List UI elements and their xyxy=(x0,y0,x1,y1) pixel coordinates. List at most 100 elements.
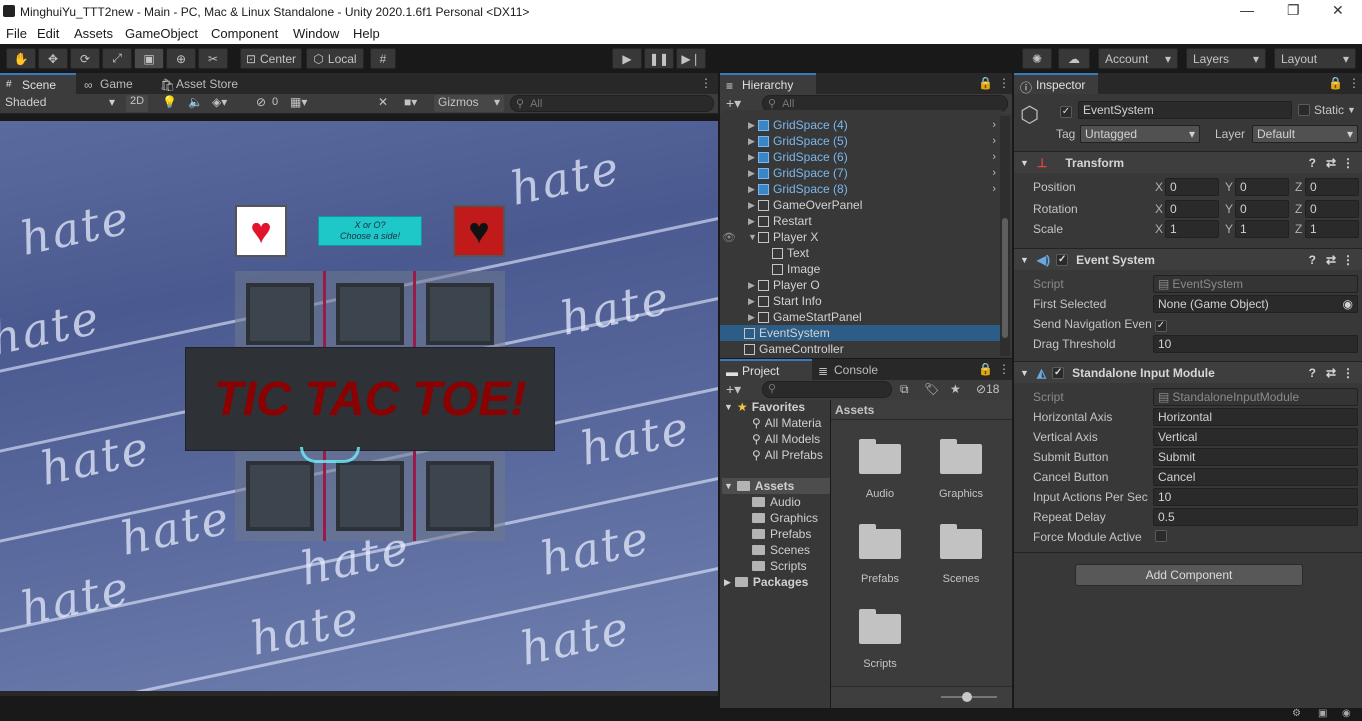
player-x-heart-icon[interactable]: ♥ xyxy=(235,205,287,257)
grid-icon[interactable]: ▦▾ xyxy=(290,95,307,109)
grid-space[interactable] xyxy=(336,283,404,345)
scene-search-input[interactable]: ⚲ All xyxy=(510,95,714,112)
hierarchy-item[interactable]: Text xyxy=(720,245,1000,261)
pause-button[interactable]: ❚❚ xyxy=(644,48,674,69)
camera-icon[interactable]: ■▾ xyxy=(404,95,417,109)
filter-type-icon[interactable]: ⧉ xyxy=(900,382,909,397)
hand-tool-icon[interactable]: ✋ xyxy=(6,48,36,69)
menu-file[interactable]: File xyxy=(6,26,27,41)
cloud-icon[interactable]: ☁ xyxy=(1058,48,1090,69)
custom-tool-icon[interactable]: ✂ xyxy=(198,48,228,69)
asset-folder[interactable]: Prefabs xyxy=(752,527,811,541)
account-dropdown[interactable]: Account ▾ xyxy=(1098,48,1178,69)
layers-dropdown[interactable]: Layers ▾ xyxy=(1186,48,1266,69)
minimize-icon[interactable]: — xyxy=(1240,2,1254,18)
lock-icon[interactable]: 🔒 xyxy=(978,76,993,90)
tab-hierarchy[interactable]: ≡ Hierarchy xyxy=(720,73,816,94)
close-icon[interactable]: ✕ xyxy=(1332,2,1344,19)
more-options-icon[interactable]: ⋮ xyxy=(1342,156,1354,170)
chevron-right-icon[interactable]: › xyxy=(992,151,996,163)
collab-icon[interactable]: ✺ xyxy=(1022,48,1052,69)
tag-dropdown[interactable]: Untagged ▾ xyxy=(1080,125,1200,143)
more-options-icon[interactable]: ⋮ xyxy=(998,76,1010,90)
tab-scene[interactable]: # Scene xyxy=(0,73,76,94)
audio-icon[interactable]: 🔈 xyxy=(188,95,203,109)
scene-view-canvas[interactable]: hate hate hate hate hate hate hate hate … xyxy=(0,121,718,691)
tab-console[interactable]: ≣ Console xyxy=(812,359,902,380)
chevron-right-icon[interactable]: › xyxy=(992,135,996,147)
grid-space[interactable] xyxy=(336,461,404,531)
input-module-row-field[interactable]: Horizontal xyxy=(1153,408,1358,426)
transform-x-field[interactable]: 0 xyxy=(1165,178,1219,196)
force-module-checkbox[interactable] xyxy=(1155,530,1167,545)
shading-dropdown[interactable]: Shaded ▾ xyxy=(2,95,118,112)
more-options-icon[interactable]: ⋮ xyxy=(700,76,712,90)
favorite-item[interactable]: ⚲ All Models xyxy=(752,432,820,446)
cache-server-icon[interactable]: ▣ xyxy=(1318,708,1327,719)
toggle-2d-button[interactable]: 2D xyxy=(126,95,148,112)
tab-inspector[interactable]: ⓘ Inspector xyxy=(1014,73,1098,95)
hierarchy-item[interactable]: ▶ GameOverPanel xyxy=(720,197,1000,213)
drag-threshold-field[interactable]: 10 xyxy=(1153,335,1358,353)
input-module-row-field[interactable]: 10 xyxy=(1153,488,1358,506)
grid-space[interactable] xyxy=(246,283,314,345)
hierarchy-item[interactable]: ▶ GridSpace (7) › xyxy=(720,165,1000,181)
asset-folder[interactable]: Graphics xyxy=(752,511,818,525)
menu-window[interactable]: Window xyxy=(293,26,339,41)
visibility-eye-icon[interactable]: 👁 xyxy=(722,231,736,244)
event-system-component-header[interactable]: ▼ ◀) ✓ Event System ? ⇄ ⋮ xyxy=(1014,248,1362,270)
hidden-packages-button[interactable]: ⊘ 18 xyxy=(976,382,999,396)
hierarchy-item[interactable]: ▶ GridSpace (4) › xyxy=(720,117,1000,133)
packages-node[interactable]: ▶ Packages xyxy=(724,575,808,589)
menu-assets[interactable]: Assets xyxy=(74,26,113,41)
grid-space[interactable] xyxy=(426,461,494,531)
hierarchy-item[interactable]: GameController xyxy=(720,341,1000,357)
help-icon[interactable]: ? xyxy=(1309,366,1316,380)
object-picker-icon[interactable]: ◉ xyxy=(1343,297,1353,311)
transform-z-field[interactable]: 0 xyxy=(1305,200,1359,218)
hierarchy-item[interactable]: ▶ Start Info xyxy=(720,293,1000,309)
zoom-slider-thumb[interactable] xyxy=(962,692,972,702)
favorite-item[interactable]: ⚲ All Materia xyxy=(752,416,821,430)
gizmos-dropdown[interactable]: Gizmos ▾ xyxy=(434,95,504,112)
move-tool-icon[interactable]: ✥ xyxy=(38,48,68,69)
hidden-objects-icon[interactable]: ⊘ xyxy=(256,95,266,109)
pivot-center-button[interactable]: ⊡ Center xyxy=(240,48,302,69)
transform-y-field[interactable]: 0 xyxy=(1235,178,1289,196)
scale-tool-icon[interactable]: ⤢ xyxy=(102,48,132,69)
static-toggle[interactable]: Static ▼ xyxy=(1298,103,1356,117)
preset-icon[interactable]: ⇄ xyxy=(1326,253,1336,267)
hierarchy-item[interactable]: ▼ Player X xyxy=(720,229,1000,245)
folder-icon[interactable] xyxy=(859,438,901,474)
rect-tool-icon[interactable]: ▣ xyxy=(134,48,164,69)
asset-folder[interactable]: Scenes xyxy=(752,543,810,557)
lighting-icon[interactable]: 💡 xyxy=(162,95,177,109)
more-options-icon[interactable]: ⋮ xyxy=(1348,76,1360,90)
expand-arrow-icon[interactable]: ▶ xyxy=(748,296,758,307)
grid-space[interactable] xyxy=(426,283,494,345)
lock-icon[interactable]: 🔒 xyxy=(978,362,993,376)
transform-y-field[interactable]: 1 xyxy=(1235,220,1289,238)
menu-help[interactable]: Help xyxy=(353,26,380,41)
favorite-item[interactable]: ⚲ All Prefabs xyxy=(752,448,823,462)
hierarchy-item[interactable]: ▶ GridSpace (8) › xyxy=(720,181,1000,197)
project-search-input[interactable]: ⚲ xyxy=(762,381,892,398)
menu-edit[interactable]: Edit xyxy=(37,26,59,41)
send-navigation-checkbox[interactable]: ✓ xyxy=(1155,317,1167,332)
grid-space[interactable] xyxy=(246,461,314,531)
hierarchy-item[interactable]: Image xyxy=(720,261,1000,277)
tab-game[interactable]: ∞ Game xyxy=(78,73,148,94)
preset-icon[interactable]: ⇄ xyxy=(1326,366,1336,380)
scrollbar-thumb[interactable] xyxy=(1002,218,1008,338)
favorite-star-icon[interactable]: ★ xyxy=(950,382,961,396)
transform-y-field[interactable]: 0 xyxy=(1235,200,1289,218)
snap-icon[interactable]: # xyxy=(370,48,396,69)
step-button[interactable]: ▶❘ xyxy=(676,48,706,69)
hierarchy-item[interactable]: ▶ GridSpace (6) › xyxy=(720,149,1000,165)
assets-node[interactable]: ▼ Assets xyxy=(724,479,794,493)
effects-icon[interactable]: ◈▾ xyxy=(212,95,227,109)
folder-icon[interactable] xyxy=(940,523,982,559)
object-name-field[interactable]: EventSystem xyxy=(1078,101,1292,119)
auto-generate-lighting-icon[interactable]: ⚙ xyxy=(1292,708,1301,719)
folder-icon[interactable] xyxy=(859,523,901,559)
